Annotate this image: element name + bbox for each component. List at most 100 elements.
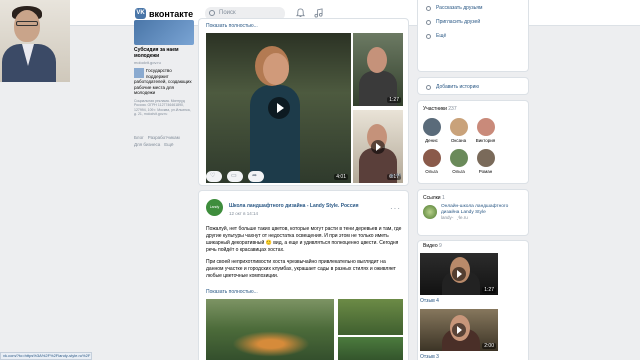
member-name: Оксана [450, 138, 467, 143]
ad-title[interactable]: Субсидия за наем молодежи [134, 47, 194, 59]
more-icon[interactable]: ··· [390, 204, 401, 213]
footer-link[interactable]: Разработчикам [148, 135, 180, 140]
status-url: vk.com/?to=https%3A%2F%2Flandy-style.ru%… [0, 352, 92, 360]
post-paragraph: Пожалуй, нет больше таких цветов, которы… [206, 226, 402, 253]
right-menu: Рассказать друзьям Пригласить друзей Ещё [417, 0, 529, 72]
comment-icon: ▭ [231, 173, 237, 179]
add-story[interactable]: Добавить историю [417, 77, 529, 95]
avatar [422, 149, 441, 167]
comment-button[interactable]: ▭ [227, 171, 243, 182]
footer-link[interactable]: Для бизнеса [134, 142, 160, 147]
views-count: ◉ 44 [390, 173, 401, 179]
avatar [422, 118, 441, 136]
camera-icon [426, 84, 431, 90]
show-more-link[interactable]: Показать полностью... [206, 289, 258, 295]
links-block: Ссылки 1 Онлайн-школа ландшафтного дизай… [417, 189, 529, 236]
play-icon[interactable] [268, 97, 290, 119]
member[interactable]: Виктория [472, 118, 499, 143]
videos-count: 9 [439, 243, 442, 249]
post-paragraph: При своей неприхотливости хоста чрезвыча… [206, 259, 396, 279]
footer-link[interactable]: Ещё [164, 142, 173, 147]
menu-label: Пригласить друзей [436, 19, 481, 25]
views-value: 44 [395, 173, 401, 179]
video-thumb[interactable]: 1:27 [353, 33, 403, 106]
more-item[interactable]: Ещё [426, 33, 446, 39]
member[interactable]: Ольга [445, 149, 472, 174]
member-name: Ольга [425, 169, 438, 174]
share-icon [426, 5, 431, 11]
share-icon: ➦ [252, 173, 258, 179]
left-ad[interactable]: Субсидия за наем молодежи molodvit.gov.r… [134, 20, 194, 117]
like-button[interactable]: ♡ [206, 171, 222, 182]
show-more-link[interactable]: Показать полностью... [206, 23, 258, 29]
avatar [476, 118, 495, 136]
search-icon [209, 10, 215, 16]
members-title-text: Участники [423, 106, 447, 112]
member[interactable]: Роман [472, 149, 499, 174]
vk-logo[interactable]: VK вконтакте [135, 8, 193, 19]
bell-icon[interactable] [296, 8, 305, 18]
community-name[interactable]: Школа ландшафтного дизайна - Landy Style… [229, 203, 359, 209]
links-title-text: Ссылки [423, 195, 441, 201]
footer-link[interactable]: Блог [134, 135, 144, 140]
ad-source: molodvit.gov.ru [134, 60, 161, 65]
videos-title[interactable]: Видео 9 [423, 243, 442, 249]
community-avatar[interactable]: Landy Style [206, 199, 223, 226]
post-date[interactable]: 12 окт в 14:14 [229, 211, 258, 216]
video-main[interactable]: 4:01 [206, 33, 351, 183]
avatar [449, 149, 468, 167]
member[interactable]: Ольга [418, 149, 445, 174]
video-title[interactable]: Отзыв 3 [420, 354, 439, 360]
video-duration: 1:27 [387, 97, 401, 103]
add-user-icon [426, 19, 431, 25]
garden-photo[interactable] [338, 299, 403, 335]
video-thumb[interactable]: 1:27 [420, 253, 498, 295]
members-count: 237 [448, 106, 457, 112]
member[interactable]: Оксана [445, 118, 472, 143]
more-icon [426, 33, 431, 39]
member-name: Виктория [475, 138, 496, 143]
menu-label: Ещё [436, 33, 447, 39]
vk-logo-icon: VK [135, 8, 146, 19]
play-icon[interactable] [371, 140, 385, 154]
member-name: Роман [478, 169, 493, 174]
video-duration: 1:27 [482, 287, 496, 293]
links-title[interactable]: Ссылки 1 [423, 195, 445, 201]
members-title[interactable]: Участники 237 [423, 106, 457, 112]
videos-title-text: Видео [423, 243, 438, 249]
videos-block: Видео 9 1:27 Отзыв 4 2:00 Отзыв 3 [417, 240, 529, 360]
webcam-overlay [0, 0, 70, 82]
ad-logo [134, 68, 144, 78]
link-thumbnail[interactable] [423, 205, 437, 219]
share-button[interactable]: ➦ [248, 171, 264, 182]
ad-image[interactable] [134, 20, 194, 45]
post-text: Landy Style Школа ландшафтного дизайна -… [198, 190, 409, 360]
garden-photo[interactable] [338, 337, 403, 360]
video-duration: 4:01 [334, 174, 348, 180]
share-friends-item[interactable]: Рассказать друзьям [426, 5, 482, 11]
ad-disclaimer: Социальная реклама. Минтруд России. ОГРН… [134, 98, 191, 117]
play-icon[interactable] [452, 323, 466, 337]
invite-friends-item[interactable]: Пригласить друзей [426, 19, 480, 25]
add-story-item[interactable]: Добавить историю [426, 84, 479, 90]
music-icon[interactable] [314, 8, 323, 18]
logo-text: вконтакте [149, 8, 194, 19]
video-title[interactable]: Отзыв 4 [420, 298, 439, 304]
member-name: Ольга [452, 169, 465, 174]
video-thumb[interactable]: 2:00 [420, 309, 498, 351]
member[interactable]: Денис [418, 118, 445, 143]
menu-label: Добавить историю [436, 84, 480, 90]
members-block: Участники 237 Денис Оксана Виктория Ольг… [417, 100, 529, 184]
avatar [449, 118, 468, 136]
footer-links: Блог Разработчикам Для бизнеса Ещё [134, 134, 194, 148]
post-body: Пожалуй, нет больше таких цветов, которы… [206, 226, 403, 285]
member-name: Денис [425, 138, 438, 143]
garden-photo[interactable] [206, 299, 334, 360]
links-count: 1 [442, 195, 445, 201]
menu-label: Рассказать друзьям [436, 5, 483, 11]
avatar [476, 149, 495, 167]
play-icon[interactable] [452, 267, 466, 281]
video-duration: 2:00 [482, 343, 496, 349]
search-placeholder: Поиск [219, 10, 236, 16]
post-video: Показать полностью... 4:01 1:27 6:17 ♡ ▭… [198, 18, 409, 186]
